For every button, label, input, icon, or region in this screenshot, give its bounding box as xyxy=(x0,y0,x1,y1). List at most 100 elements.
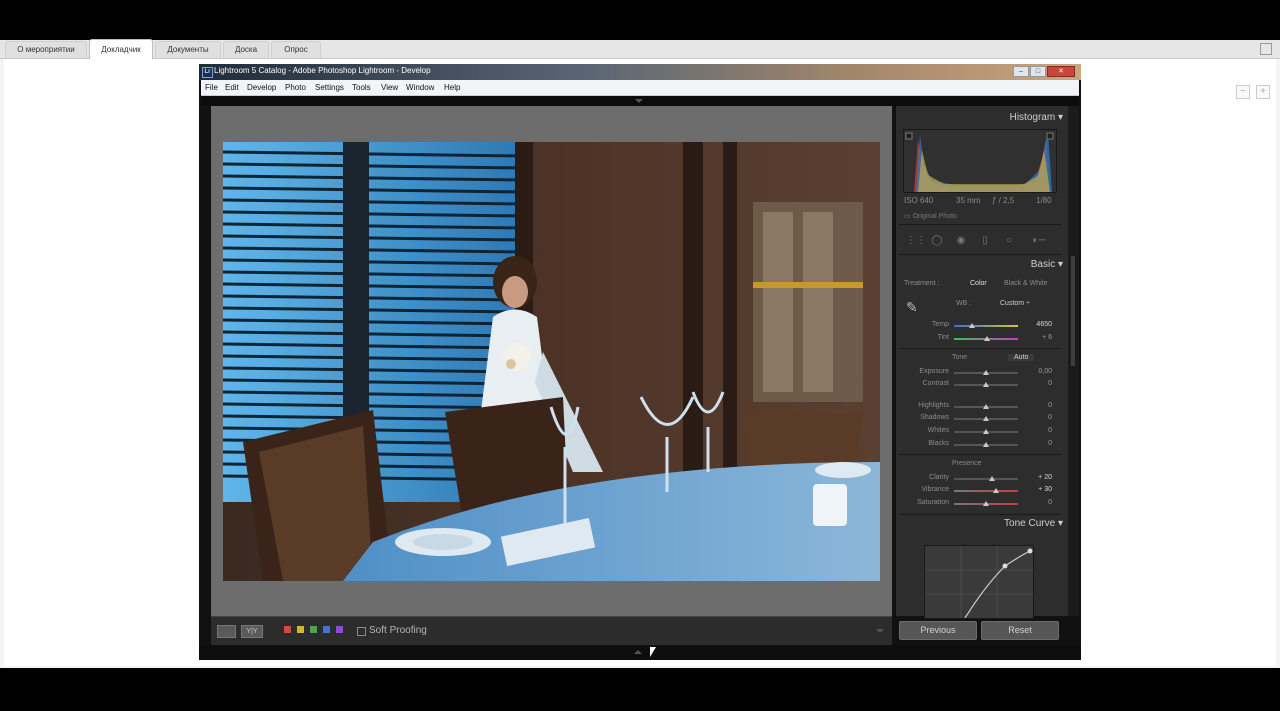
wb-label: WB : xyxy=(956,300,972,307)
maximize-button[interactable]: □ xyxy=(1030,66,1046,77)
tone-curve-graph[interactable] xyxy=(924,545,1034,619)
blue-label-icon[interactable] xyxy=(323,626,330,633)
temp-value: 4650 xyxy=(1036,321,1052,328)
lightroom-window: Lr Lightroom 5 Catalog - Adobe Photoshop… xyxy=(199,64,1081,660)
view-toolbar: Y|Y Soft Proofing xyxy=(211,616,892,645)
menu-edit[interactable]: Edit xyxy=(225,83,239,92)
contrast-knob[interactable] xyxy=(983,382,989,387)
zoom-in-button[interactable]: + xyxy=(1256,85,1270,99)
tone-curve-header[interactable]: Tone Curve ▾ xyxy=(1004,518,1063,529)
toolbar-strip xyxy=(201,96,1079,106)
blacks-knob[interactable] xyxy=(983,442,989,447)
show-toolbar-icon[interactable] xyxy=(635,99,643,103)
wedding-photo-image xyxy=(223,142,880,581)
tint-knob[interactable] xyxy=(984,336,990,341)
show-filmstrip-icon[interactable] xyxy=(634,650,642,654)
whites-knob[interactable] xyxy=(983,429,989,434)
tab-event[interactable]: О мероприятии xyxy=(5,41,87,58)
yellow-label-icon[interactable] xyxy=(297,626,304,633)
crop-icon[interactable]: ⋮⋮ xyxy=(906,235,926,247)
tab-bar: О мероприятии Докладчик Документы Доска … xyxy=(0,39,1280,59)
red-eye-icon[interactable]: ◉ xyxy=(954,235,968,247)
tab-documents[interactable]: Документы xyxy=(155,41,221,58)
treatment-bw-option[interactable]: Black & White xyxy=(1004,280,1048,287)
vibrance-value: + 30 xyxy=(1038,486,1052,493)
shadows-label: Shadows xyxy=(920,414,949,421)
shadows-knob[interactable] xyxy=(983,416,989,421)
treatment-color-option[interactable]: Color xyxy=(970,280,987,287)
histogram-header[interactable]: Histogram ▾ xyxy=(1010,112,1063,123)
tint-slider[interactable] xyxy=(954,336,1018,341)
divider xyxy=(899,224,1061,225)
divider xyxy=(899,514,1061,515)
purple-label-icon[interactable] xyxy=(336,626,343,633)
menu-develop[interactable]: Develop xyxy=(247,83,276,92)
photo-preview[interactable] xyxy=(223,142,880,581)
before-after-button[interactable]: Y|Y xyxy=(241,625,263,638)
previous-button[interactable]: Previous xyxy=(899,621,977,640)
tab-board[interactable]: Доска xyxy=(223,41,269,58)
temp-knob[interactable] xyxy=(969,323,975,328)
tab-poll[interactable]: Опрос xyxy=(271,41,321,58)
menu-settings[interactable]: Settings xyxy=(315,83,344,92)
exposure-slider[interactable] xyxy=(954,370,1018,375)
tone-curve-title: Tone Curve xyxy=(1004,518,1056,529)
minimize-button[interactable]: – xyxy=(1013,66,1029,77)
iso-value: ISO 640 xyxy=(904,196,934,205)
red-label-icon[interactable] xyxy=(284,626,291,633)
basic-header[interactable]: Basic ▾ xyxy=(1031,259,1063,270)
contrast-label: Contrast xyxy=(922,380,949,387)
divider xyxy=(899,254,1061,255)
spot-removal-icon[interactable]: ◯ xyxy=(930,235,944,247)
loupe-view-icon[interactable] xyxy=(217,625,236,638)
menu-tools[interactable]: Tools xyxy=(352,83,371,92)
clarity-slider[interactable] xyxy=(954,476,1018,481)
graduated-filter-icon[interactable]: ▯ xyxy=(978,235,992,247)
contrast-slider[interactable] xyxy=(954,382,1018,387)
menu-file[interactable]: File xyxy=(205,83,218,92)
shadows-value: 0 xyxy=(1048,414,1052,421)
original-photo-label[interactable]: ▭ Original Photo xyxy=(904,212,957,220)
tab-speaker[interactable]: Докладчик xyxy=(89,39,153,59)
temp-slider[interactable] xyxy=(954,323,1018,328)
vibrance-slider[interactable] xyxy=(954,488,1018,493)
whites-slider[interactable] xyxy=(954,429,1018,434)
tone-label: Tone xyxy=(952,354,968,361)
exposure-knob[interactable] xyxy=(983,370,989,375)
zoom-out-button[interactable]: − xyxy=(1236,85,1250,99)
temp-label: Temp xyxy=(931,321,949,328)
radial-filter-icon[interactable]: ○ xyxy=(1002,235,1016,247)
saturation-slider[interactable] xyxy=(954,501,1018,506)
tint-label: Tint xyxy=(937,334,949,341)
saturation-knob[interactable] xyxy=(983,501,989,506)
soft-proofing-label: Soft Proofing xyxy=(369,625,427,636)
blacks-slider[interactable] xyxy=(954,442,1018,447)
highlights-knob[interactable] xyxy=(983,404,989,409)
vibrance-knob[interactable] xyxy=(993,488,999,493)
menu-help[interactable]: Help xyxy=(444,83,460,92)
eyedropper-icon[interactable]: ✎ xyxy=(906,298,924,316)
exposure-label: Exposure xyxy=(919,368,949,375)
scroll-thumb[interactable] xyxy=(1071,256,1075,366)
adjustment-brush-icon[interactable]: ◐─ xyxy=(1026,235,1052,247)
green-label-icon[interactable] xyxy=(310,626,317,633)
highlights-slider[interactable] xyxy=(954,404,1018,409)
menu-photo[interactable]: Photo xyxy=(285,83,306,92)
mouse-cursor-icon xyxy=(650,647,656,657)
close-button[interactable]: ✕ xyxy=(1047,66,1075,77)
restore-icon[interactable] xyxy=(1260,43,1272,55)
clarity-knob[interactable] xyxy=(989,476,995,481)
toolbar-menu-icon[interactable] xyxy=(876,629,884,633)
menu-view[interactable]: View xyxy=(381,83,398,92)
soft-proofing-checkbox[interactable] xyxy=(357,627,366,636)
highlights-value: 0 xyxy=(1048,402,1052,409)
filmstrip-toggle-bar xyxy=(199,645,1081,660)
wb-preset-select[interactable]: Custom ÷ xyxy=(1000,300,1030,307)
menu-window[interactable]: Window xyxy=(406,83,434,92)
reset-button[interactable]: Reset xyxy=(981,621,1059,640)
right-panel-scrollbar[interactable] xyxy=(1068,106,1079,616)
auto-button[interactable]: Auto xyxy=(1008,354,1035,361)
original-photo-text: Original Photo xyxy=(912,213,957,220)
shadows-slider[interactable] xyxy=(954,416,1018,421)
whites-value: 0 xyxy=(1048,427,1052,434)
